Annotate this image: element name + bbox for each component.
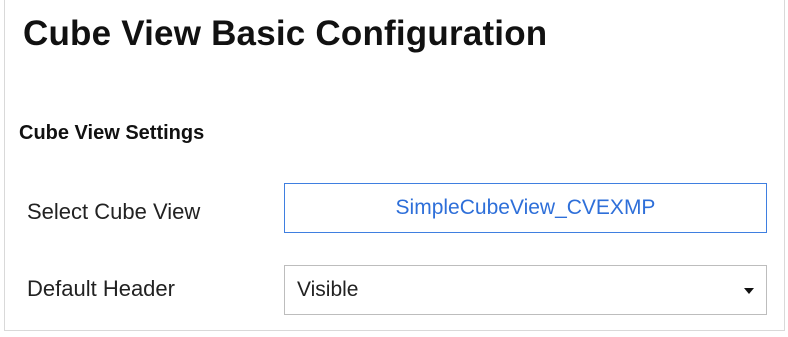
select-cube-view-label: Select Cube View — [27, 199, 201, 224]
default-header-select[interactable]: Visible — [284, 265, 767, 315]
chevron-down-icon — [744, 288, 754, 294]
default-header-value: Visible — [297, 278, 359, 301]
select-cube-view-button[interactable]: SimpleCubeView_CVEXMP — [284, 183, 767, 233]
select-cube-view-value: SimpleCubeView_CVEXMP — [395, 196, 656, 219]
section-title-cube-view-settings: Cube View Settings — [19, 122, 205, 144]
page-title: Cube View Basic Configuration — [23, 14, 548, 53]
configuration-panel: Cube View Basic Configuration Cube View … — [4, 0, 785, 331]
default-header-label: Default Header — [27, 276, 175, 301]
